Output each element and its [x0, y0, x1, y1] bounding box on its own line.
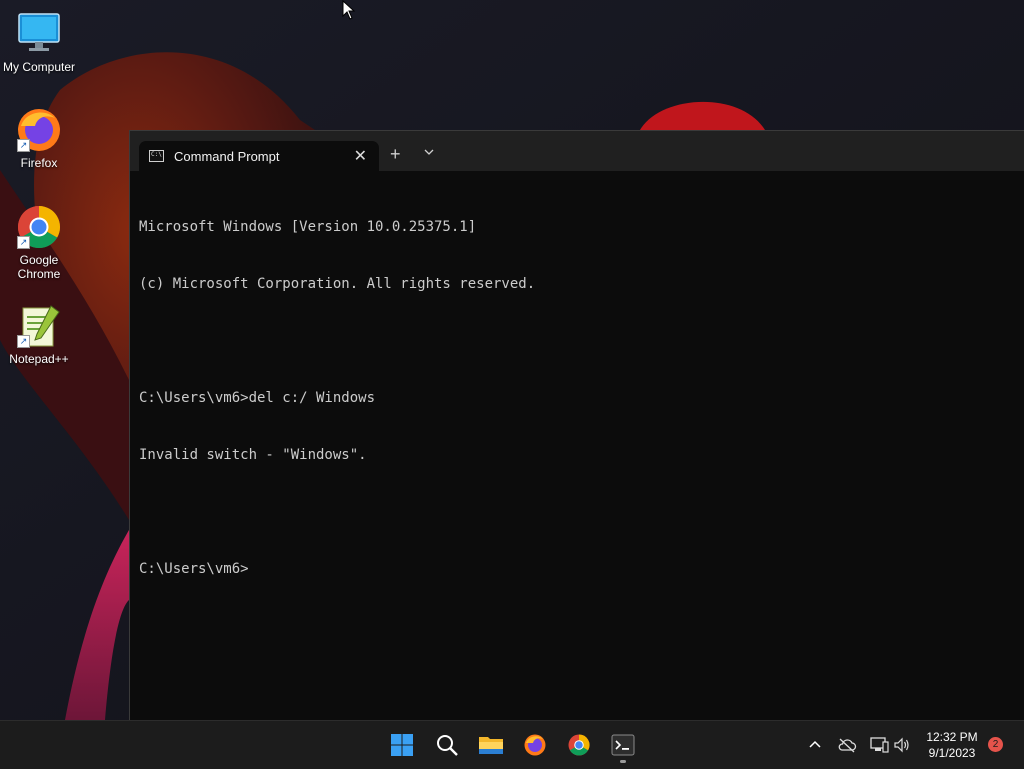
console-line: Microsoft Windows [Version 10.0.25375.1] — [139, 219, 477, 235]
terminal-icon — [611, 734, 635, 756]
new-tab-button[interactable]: + — [390, 144, 401, 165]
network-tray-button[interactable] — [869, 735, 889, 755]
cloud-offline-icon — [838, 738, 857, 753]
show-hidden-icons-button[interactable] — [805, 735, 825, 755]
windows-start-icon — [391, 734, 413, 756]
tab-command-prompt[interactable]: Command Prompt ✕ — [139, 141, 379, 171]
volume-tray-button[interactable] — [892, 735, 912, 755]
close-tab-icon[interactable]: ✕ — [354, 146, 367, 166]
desktop-icon-label: Notepad++ — [9, 352, 69, 366]
onedrive-tray-button[interactable] — [837, 735, 857, 755]
clock-time: 12:32 PM — [926, 730, 978, 744]
terminal-tab-bar: Command Prompt ✕ + — [130, 131, 1024, 171]
desktop-icon-firefox[interactable]: ↗ Firefox — [0, 106, 78, 170]
notification-badge[interactable]: 2 — [988, 737, 1003, 752]
clock-date: 9/1/2023 — [928, 746, 976, 760]
search-button[interactable] — [429, 727, 465, 763]
mouse-cursor-icon — [342, 0, 356, 20]
search-icon — [437, 735, 458, 756]
speaker-icon — [894, 737, 909, 753]
chrome-icon: ↗ — [15, 203, 63, 251]
console-line: (c) Microsoft Corporation. All rights re… — [139, 276, 536, 292]
folder-icon — [479, 737, 503, 754]
clock-button[interactable]: 12:32 PM 9/1/2023 — [920, 729, 984, 761]
console-line: Invalid switch - "Windows". — [139, 447, 367, 463]
desktop-icon-my-computer[interactable]: My Computer — [0, 10, 78, 74]
desktop-icon-label: Firefox — [20, 156, 58, 170]
taskbar-chrome-button[interactable] — [561, 727, 597, 763]
shortcut-arrow-icon: ↗ — [17, 335, 30, 348]
terminal-window[interactable]: Command Prompt ✕ + Microsoft Windows [Ve… — [129, 130, 1024, 721]
start-button[interactable] — [384, 727, 420, 763]
console-output[interactable]: Microsoft Windows [Version 10.0.25375.1]… — [130, 171, 1024, 617]
network-icon — [870, 737, 889, 753]
taskbar: 12:32 PM 9/1/2023 2 — [0, 720, 1024, 769]
firefox-icon — [524, 734, 546, 756]
chrome-icon — [568, 734, 590, 756]
desktop-icon-google-chrome[interactable]: ↗ Google Chrome — [0, 203, 78, 281]
shortcut-arrow-icon: ↗ — [17, 236, 30, 249]
chevron-up-icon — [809, 740, 821, 748]
chevron-down-icon[interactable] — [422, 145, 436, 159]
taskbar-terminal-button[interactable] — [605, 727, 641, 763]
shortcut-arrow-icon: ↗ — [17, 139, 30, 152]
desktop-icon-notepadpp[interactable]: ↗ Notepad++ — [0, 302, 78, 366]
console-prompt: C:\Users\vm6> — [139, 561, 249, 577]
firefox-icon: ↗ — [15, 106, 63, 154]
tab-title: Command Prompt — [174, 148, 280, 164]
notepadpp-icon: ↗ — [15, 302, 63, 350]
taskbar-firefox-button[interactable] — [517, 727, 553, 763]
desktop-icon-label: My Computer — [2, 60, 76, 74]
monitor-icon — [15, 10, 63, 58]
console-line: C:\Users\vm6>del c:/ Windows — [139, 390, 376, 406]
file-explorer-button[interactable] — [473, 727, 509, 763]
desktop-icon-label: Google Chrome — [17, 253, 61, 281]
cmd-icon — [149, 150, 164, 162]
